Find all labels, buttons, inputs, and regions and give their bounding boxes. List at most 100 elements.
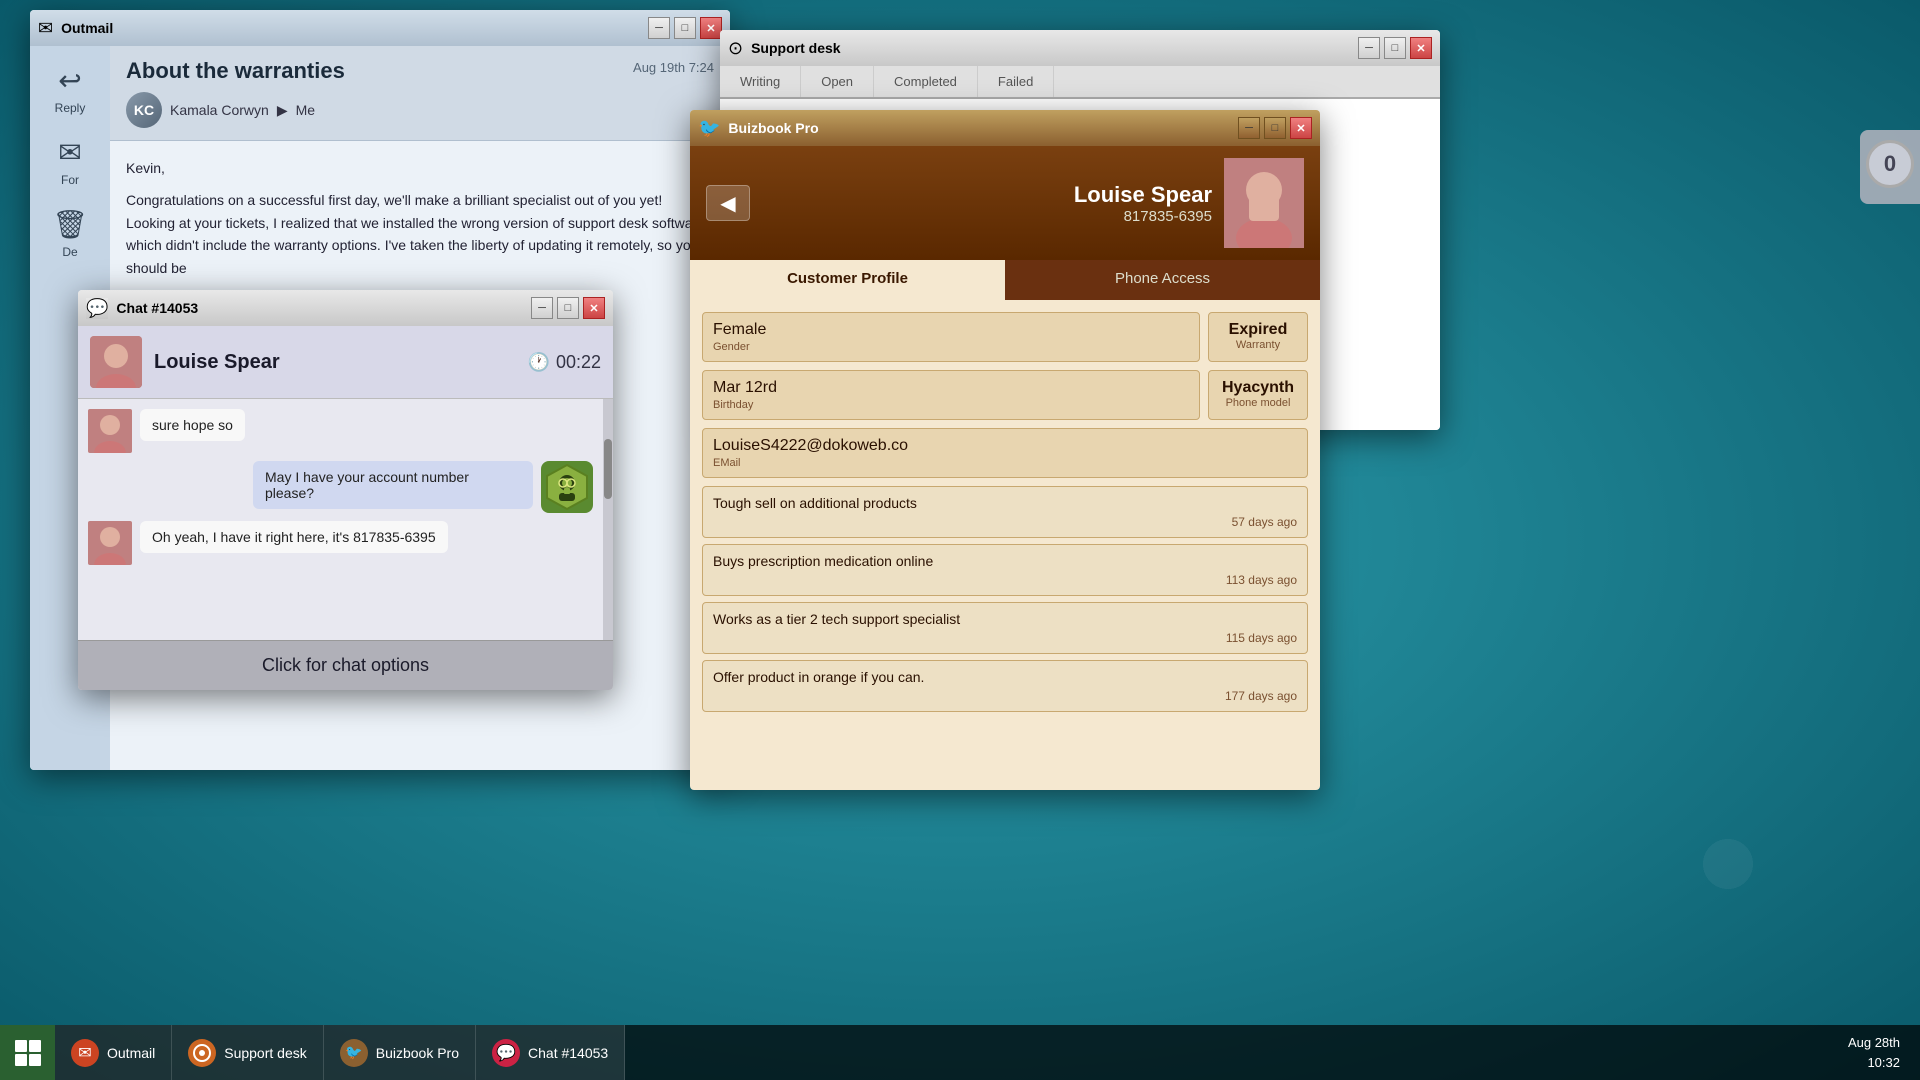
customer-phone: 817835-6395 <box>762 208 1212 225</box>
buizbook-close-button[interactable]: ✕ <box>1290 117 1312 139</box>
customer-photo <box>1224 158 1304 248</box>
note-2: Buys prescription medication online 113 … <box>702 544 1308 596</box>
chat-customer-avatar <box>90 336 142 388</box>
buizbook-tab-phone-access[interactable]: Phone Access <box>1005 260 1320 300</box>
chat-messages-area: sure hope so May I have your account num… <box>78 399 613 640</box>
chat-msg-text-1: sure hope so <box>140 409 245 441</box>
support-close-button[interactable]: ✕ <box>1410 37 1432 59</box>
score-widget: 0 <box>1860 130 1920 204</box>
outmail-reply-button[interactable]: ↩ Reply <box>36 56 104 123</box>
outmail-icon: ✉ <box>38 18 53 39</box>
chat-minimize-button[interactable]: ─ <box>531 297 553 319</box>
buizbook-minimize-button[interactable]: ─ <box>1238 117 1260 139</box>
taskbar-support-icon <box>188 1039 216 1067</box>
buizbook-header: ◀ Louise Spear 817835-6395 <box>690 146 1320 260</box>
support-minimize-button[interactable]: ─ <box>1358 37 1380 59</box>
arrow-icon: ▶ <box>277 102 288 119</box>
taskbar-buizbook-icon: 🐦 <box>340 1039 368 1067</box>
outmail-controls: ─ □ ✕ <box>648 17 722 39</box>
outmail-maximize-button[interactable]: □ <box>674 17 696 39</box>
outmail-forward-button[interactable]: ✉ For <box>36 128 104 195</box>
support-titlebar[interactable]: ⊙ Support desk ─ □ ✕ <box>720 30 1440 66</box>
taskbar-outmail[interactable]: ✉ Outmail <box>55 1025 172 1080</box>
chat-timer: 🕐 00:22 <box>528 352 601 373</box>
recipient: Me <box>296 102 315 118</box>
clock-time: 10:32 <box>1848 1053 1900 1073</box>
chat-scrollbar-thumb[interactable] <box>604 439 612 499</box>
buizbook-tab-customer-profile[interactable]: Customer Profile <box>690 260 1005 300</box>
note-1: Tough sell on additional products 57 day… <box>702 486 1308 538</box>
taskbar-support-desk[interactable]: Support desk <box>172 1025 324 1080</box>
delete-icon: 🗑 <box>52 208 88 241</box>
body-greeting: Kevin, <box>126 157 714 179</box>
chat-scrollbar[interactable] <box>603 399 613 640</box>
support-tab-failed[interactable]: Failed <box>978 66 1054 97</box>
support-tab-completed[interactable]: Completed <box>874 66 978 97</box>
support-maximize-button[interactable]: □ <box>1384 37 1406 59</box>
support-tab-writing[interactable]: Writing <box>720 66 801 97</box>
birthday-field: Mar 12rd Birthday <box>702 370 1200 420</box>
outmail-subject: About the warranties <box>126 58 714 84</box>
chat-header: Louise Spear 🕐 00:22 <box>78 326 613 399</box>
outmail-minimize-button[interactable]: ─ <box>648 17 670 39</box>
gender-label: Gender <box>713 341 1189 353</box>
chat-options-button[interactable]: Click for chat options <box>78 640 613 690</box>
buizbook-back-button[interactable]: ◀ <box>706 185 750 221</box>
note-1-text: Tough sell on additional products <box>713 495 1297 511</box>
chat-message-1: sure hope so <box>88 409 593 453</box>
gender-value: Female <box>713 321 1189 339</box>
taskbar-support-label: Support desk <box>224 1045 307 1061</box>
birthday-label: Birthday <box>713 399 1189 411</box>
sender-name: Kamala Corwyn <box>170 102 269 118</box>
note-3-text: Works as a tier 2 tech support specialis… <box>713 611 1297 627</box>
clock-icon: 🕐 <box>528 352 550 373</box>
taskbar-buizbook[interactable]: 🐦 Buizbook Pro <box>324 1025 476 1080</box>
email-label: EMail <box>713 457 1297 469</box>
taskbar-chat[interactable]: 💬 Chat #14053 <box>476 1025 625 1080</box>
start-button[interactable] <box>0 1025 55 1080</box>
taskbar-clock: Aug 28th 10:32 <box>1828 1033 1920 1072</box>
phone-model-label: Phone model <box>1219 397 1297 409</box>
email-value: LouiseS4222@dokoweb.co <box>713 437 1297 455</box>
forward-label: For <box>61 173 79 187</box>
note-3-age: 115 days ago <box>713 631 1297 645</box>
delete-label: De <box>62 245 77 259</box>
note-2-age: 113 days ago <box>713 573 1297 587</box>
timer-value: 00:22 <box>556 352 601 373</box>
buizbook-maximize-button[interactable]: □ <box>1264 117 1286 139</box>
birthday-row: Mar 12rd Birthday Hyacynth Phone model <box>702 370 1308 420</box>
clock-date: Aug 28th <box>1848 1033 1900 1053</box>
support-title: Support desk <box>751 40 1350 56</box>
outmail-titlebar[interactable]: ✉ Outmail ─ □ ✕ <box>30 10 730 46</box>
warranty-label: Warranty <box>1219 339 1297 351</box>
forward-icon: ✉ <box>58 136 81 169</box>
support-icon: ⊙ <box>728 38 743 59</box>
outmail-title: Outmail <box>61 20 640 36</box>
note-4-text: Offer product in orange if you can. <box>713 669 1297 685</box>
chat-controls: ─ □ ✕ <box>531 297 605 319</box>
buizbook-body: Female Gender Expired Warranty Mar 12rd … <box>690 300 1320 790</box>
taskbar-outmail-label: Outmail <box>107 1045 155 1061</box>
chat-msg-avatar-1 <box>88 409 132 453</box>
taskbar-chat-label: Chat #14053 <box>528 1045 608 1061</box>
chat-maximize-button[interactable]: □ <box>557 297 579 319</box>
score-value: 0 <box>1866 140 1914 188</box>
taskbar-buizbook-label: Buizbook Pro <box>376 1045 459 1061</box>
buizbook-title: Buizbook Pro <box>728 120 1230 136</box>
email-field: LouiseS4222@dokoweb.co EMail <box>702 428 1308 478</box>
outmail-delete-button[interactable]: 🗑 De <box>36 200 104 267</box>
phone-model-badge: Hyacynth Phone model <box>1208 370 1308 420</box>
warranty-badge: Expired Warranty <box>1208 312 1308 362</box>
chat-titlebar[interactable]: 💬 Chat #14053 ─ □ ✕ <box>78 290 613 326</box>
support-tab-open[interactable]: Open <box>801 66 874 97</box>
note-3: Works as a tier 2 tech support specialis… <box>702 602 1308 654</box>
outmail-close-button[interactable]: ✕ <box>700 17 722 39</box>
customer-name: Louise Spear <box>762 182 1212 208</box>
buizbook-titlebar[interactable]: 🐦 Buizbook Pro ─ □ ✕ <box>690 110 1320 146</box>
outmail-from: KC Kamala Corwyn ▶ Me <box>126 92 714 128</box>
outmail-header: Aug 19th 7:24 About the warranties KC Ka… <box>110 46 730 141</box>
support-tabs: Writing Open Completed Failed <box>720 66 1440 99</box>
notes-section: Tough sell on additional products 57 day… <box>702 486 1308 712</box>
outmail-date: Aug 19th 7:24 <box>633 60 714 75</box>
chat-close-button[interactable]: ✕ <box>583 297 605 319</box>
